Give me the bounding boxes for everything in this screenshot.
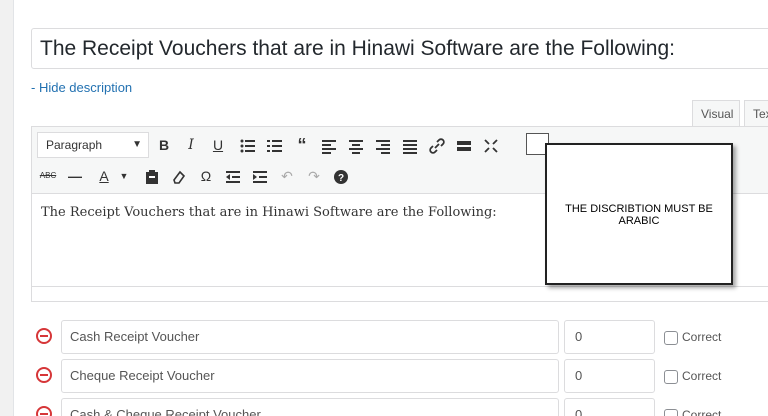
align-center-icon[interactable] (344, 133, 368, 157)
help-icon[interactable]: ? (329, 164, 353, 188)
editor-statusbar (32, 286, 768, 301)
editor-content[interactable]: The Receipt Vouchers that are in Hinawi … (41, 205, 497, 220)
tab-visual[interactable]: Visual (692, 100, 740, 127)
answer-text-input[interactable]: Cash Receipt Voucher (61, 320, 559, 354)
answer-points-input[interactable]: 0 (564, 398, 655, 416)
correct-checkbox[interactable] (664, 409, 678, 416)
italic-icon[interactable]: I (179, 133, 203, 157)
svg-text:?: ? (338, 173, 344, 184)
bold-icon[interactable]: B (152, 133, 176, 157)
bullet-list-icon[interactable] (236, 133, 260, 157)
chevron-down-icon: ▼ (132, 139, 142, 150)
clear-formatting-icon[interactable] (167, 164, 191, 188)
justify-icon[interactable] (398, 133, 422, 157)
answer-points-input[interactable]: 0 (564, 359, 655, 393)
answer-points-input[interactable]: 0 (564, 320, 655, 354)
correct-label: Correct (682, 330, 722, 344)
remove-answer-icon[interactable] (36, 328, 52, 344)
blockquote-icon[interactable]: “ (290, 133, 314, 157)
question-title-input[interactable]: The Receipt Vouchers that are in Hinawi … (31, 28, 768, 69)
read-more-icon[interactable] (452, 133, 476, 157)
correct-label: Correct (682, 369, 722, 383)
format-select-label: Paragraph (46, 138, 103, 152)
link-icon[interactable] (425, 133, 449, 157)
underline-icon[interactable]: U (206, 133, 230, 157)
correct-checkbox[interactable] (664, 370, 678, 384)
correct-label: Correct (682, 408, 722, 416)
format-select[interactable]: Paragraph ▼ (37, 132, 149, 158)
special-character-icon[interactable]: Ω (194, 164, 218, 188)
align-left-icon[interactable] (317, 133, 341, 157)
tab-text[interactable]: Text (744, 100, 768, 127)
numbered-list-icon[interactable] (263, 133, 287, 157)
fullscreen-icon[interactable] (479, 133, 503, 157)
indent-icon[interactable] (248, 164, 272, 188)
correct-checkbox[interactable] (664, 331, 678, 345)
paste-text-icon[interactable] (140, 164, 164, 188)
align-right-icon[interactable] (371, 133, 395, 157)
strikethrough-icon[interactable]: ABC (36, 164, 60, 188)
hide-description-link[interactable]: - Hide description (31, 80, 132, 95)
redo-icon[interactable]: ↷ (302, 164, 326, 188)
outdent-icon[interactable] (221, 164, 245, 188)
remove-answer-icon[interactable] (36, 406, 52, 416)
chevron-down-icon[interactable]: ▼ (112, 164, 136, 188)
answer-text-input[interactable]: Cheque Receipt Voucher (61, 359, 559, 393)
annotation-note: THE DISCRIBTION MUST BE ARABIC (545, 143, 733, 285)
undo-icon[interactable]: ↶ (275, 164, 299, 188)
answer-text-input[interactable]: Cash & Cheque Receipt Voucher (61, 398, 559, 416)
remove-answer-icon[interactable] (36, 367, 52, 383)
horizontal-line-icon[interactable]: — (63, 164, 87, 188)
